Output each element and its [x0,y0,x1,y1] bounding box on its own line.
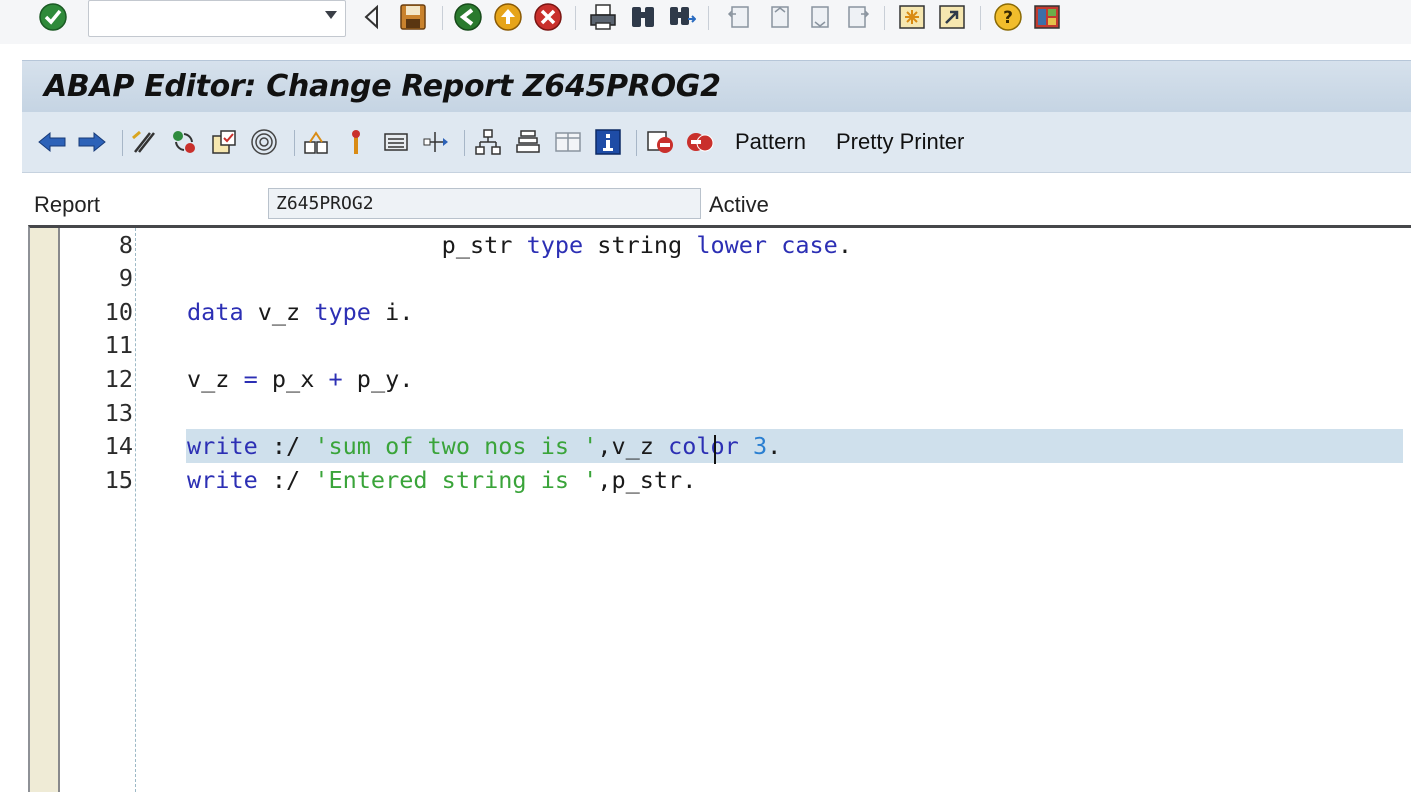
code-text: data v_z type i. [187,295,413,329]
code-line[interactable]: 11 [30,328,1411,362]
navigation-icon[interactable] [420,126,452,158]
code-token: . [767,432,782,460]
code-token: 'sum of two nos is ' [314,432,598,460]
set-breakpoint-icon[interactable] [644,126,676,158]
line-number: 12 [104,365,133,393]
code-line[interactable]: 15 write :/ 'Entered string is ',p_str. [30,463,1411,497]
code-token: ,v_z [597,432,669,460]
hierarchy-icon[interactable] [472,126,504,158]
line-number: 15 [104,466,133,494]
last-page-icon[interactable] [843,2,873,32]
print-icon[interactable] [588,2,618,32]
code-token: p_y. [342,365,414,393]
code-text: v_z = p_x + p_y. [187,362,413,396]
code-token: = [243,365,258,393]
status-text: Active [709,192,769,217]
split-screen-icon[interactable] [552,126,584,158]
code-text: write :/ 'Entered string is ',p_str. [187,463,696,497]
code-token: write [187,466,258,494]
code-token: write [187,432,258,460]
chevron-down-icon[interactable] [325,11,337,19]
create-session-icon[interactable] [897,2,927,32]
layout-icon[interactable] [1032,2,1062,32]
save-icon[interactable] [398,2,428,32]
title-bar: ABAP Editor: Change Report Z645PROG2 [22,60,1411,112]
code-text: write :/ 'sum of two nos is ',v_z color … [187,429,781,463]
where-used-icon[interactable] [300,126,332,158]
code-line[interactable]: 8 p_str type string lower case. [30,228,1411,262]
code-token: 3 [752,432,768,460]
cancel-icon[interactable] [533,2,563,32]
display-change-icon[interactable] [128,126,160,158]
back-green-icon[interactable] [453,2,483,32]
line-number: 11 [104,331,133,359]
forward-arrow-icon[interactable] [76,126,108,158]
external-breakpoint-icon[interactable] [684,126,716,158]
code-token: v_z [187,365,244,393]
page-title: ABAP Editor: Change Report Z645PROG2 [44,69,721,104]
shortcut-icon[interactable] [937,2,967,32]
code-line[interactable]: 13 [30,396,1411,430]
first-page-icon[interactable] [724,2,754,32]
code-line[interactable]: 14 write :/ 'sum of two nos is ',v_z colo… [30,429,1411,463]
code-token: + [328,365,343,393]
next-page-icon[interactable] [804,2,834,32]
svg-text:?: ? [1003,8,1013,28]
code-token: ,p_str. [597,466,697,494]
code-token: string [583,231,697,259]
code-token: p_str [187,231,527,259]
code-editor[interactable]: 8 p_str type string lower case. 9 10 data v… [28,225,1411,792]
line-number: 8 [118,231,133,259]
find-next-icon[interactable] [667,2,697,32]
object-list-icon[interactable] [380,126,412,158]
enhance-icon[interactable] [512,126,544,158]
info-icon[interactable] [592,126,624,158]
text-cursor [714,435,716,464]
collapse-left-icon[interactable] [357,2,387,32]
find-icon[interactable] [628,2,658,32]
back-arrow-icon[interactable] [36,126,68,158]
line-number: 10 [104,298,133,326]
system-toolbar: ? [0,0,1411,44]
line-number: 14 [104,432,133,460]
code-text: p_str type string lower case. [187,228,852,262]
report-label: Report [34,192,101,217]
code-token: :/ [257,432,315,460]
test-icon[interactable] [340,126,372,158]
application-toolbar: Pattern Pretty Printer [22,112,1411,173]
code-line[interactable]: 10 data v_z type i. [30,295,1411,329]
code-token: :/ [257,466,315,494]
code-token: data [187,298,244,326]
help-icon[interactable]: ? [993,2,1023,32]
code-line[interactable]: 12 v_z = p_x + p_y. [30,362,1411,396]
active-inactive-icon[interactable] [168,126,200,158]
code-token: i. [370,298,414,326]
enter-icon[interactable] [38,2,68,32]
code-token: lower case [696,231,838,259]
report-name-field: Z645PROG2 [268,188,701,219]
line-number: 13 [104,399,133,427]
code-line[interactable]: 9 [30,261,1411,295]
code-token: color [668,432,739,460]
line-number: 9 [118,264,133,292]
check-syntax-icon[interactable] [208,126,240,158]
exit-icon[interactable] [493,2,523,32]
code-token: p_x [257,365,329,393]
code-token: type [314,298,371,326]
previous-page-icon[interactable] [764,2,794,32]
command-field[interactable] [88,0,346,37]
code-token: v_z [243,298,315,326]
code-token: type [526,231,584,259]
code-token: . [837,231,852,259]
code-token: 'Entered string is ' [314,466,598,494]
pretty-printer-button[interactable]: Pretty Printer [836,129,964,155]
activate-icon[interactable] [248,126,280,158]
pattern-button[interactable]: Pattern [735,129,806,155]
